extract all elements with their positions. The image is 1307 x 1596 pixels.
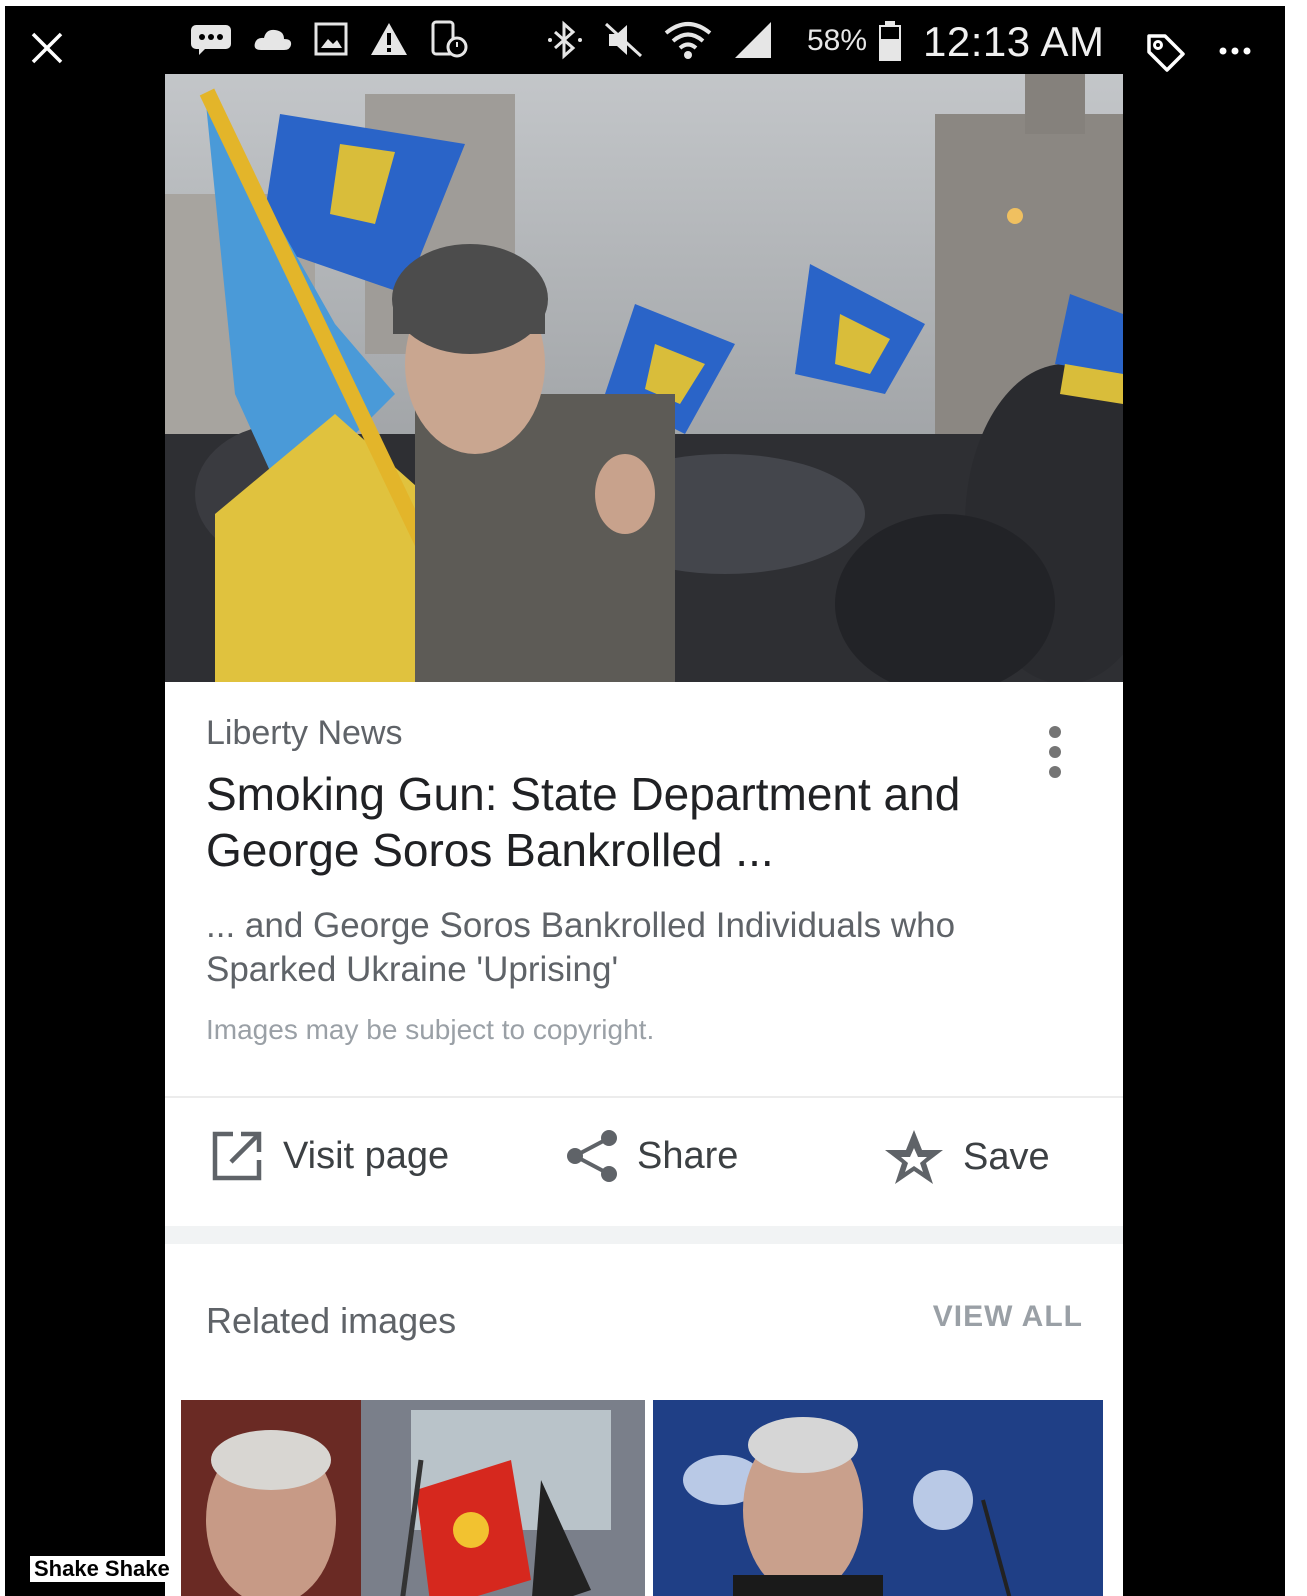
close-button[interactable] — [27, 28, 67, 68]
warning-icon — [371, 23, 407, 55]
result-image[interactable] — [165, 74, 1123, 682]
tag-button[interactable] — [1143, 30, 1187, 74]
more-options-button[interactable] — [1217, 36, 1253, 66]
result-snippet: ... and George Soros Bankrolled Individu… — [206, 906, 956, 989]
section-divider — [165, 1226, 1123, 1244]
result-title[interactable]: Smoking Gun: State Department and George… — [206, 766, 1026, 878]
status-bar: 58% 12:13 AM — [165, 6, 1125, 74]
copyright-notice: Images may be subject to copyright. — [206, 1014, 655, 1045]
signal-icon — [735, 22, 771, 58]
share-icon — [567, 1130, 617, 1182]
more-vertical-icon — [1049, 726, 1061, 778]
status-time: 12:13 AM — [923, 18, 1105, 65]
image-viewer: 58% 12:13 AM Liberty News Smoking Gun: S… — [5, 6, 1285, 1596]
battery-icon — [879, 21, 901, 61]
view-all-link[interactable]: VIEW ALL — [933, 1300, 1083, 1334]
card-menu-button[interactable] — [1041, 722, 1069, 786]
save-label: Save — [963, 1135, 1050, 1178]
overlay-caption: Shake Shake — [30, 1556, 174, 1582]
open-external-icon — [212, 1131, 262, 1181]
related-image-thumbnail[interactable] — [181, 1400, 645, 1596]
share-label: Share — [637, 1134, 739, 1177]
star-add-icon — [885, 1130, 943, 1184]
chat-icon — [191, 25, 231, 55]
cloud-icon — [254, 29, 292, 50]
source-name[interactable]: Liberty News — [206, 714, 403, 753]
visit-page-button[interactable]: Visit page — [209, 1128, 449, 1184]
action-bar: Visit page Share Save — [165, 1096, 1123, 1226]
battery-percent: 58% — [807, 24, 868, 57]
save-button[interactable]: Save — [883, 1128, 1050, 1186]
related-image-thumbnail[interactable] — [653, 1400, 1103, 1596]
related-images-section: Related images VIEW ALL — [165, 1244, 1123, 1596]
related-images-heading: Related images — [206, 1300, 457, 1341]
screenshot-timer-icon — [431, 20, 468, 58]
mute-icon — [604, 22, 643, 58]
more-horizontal-icon — [1219, 47, 1251, 55]
tag-icon — [1147, 34, 1185, 72]
bluetooth-icon — [548, 20, 582, 60]
close-icon — [31, 32, 63, 64]
share-button[interactable]: Share — [565, 1128, 738, 1184]
image-icon — [314, 22, 348, 56]
wifi-icon — [664, 22, 712, 59]
result-card: Liberty News Smoking Gun: State Departme… — [165, 682, 1123, 1096]
visit-page-label: Visit page — [283, 1134, 450, 1177]
